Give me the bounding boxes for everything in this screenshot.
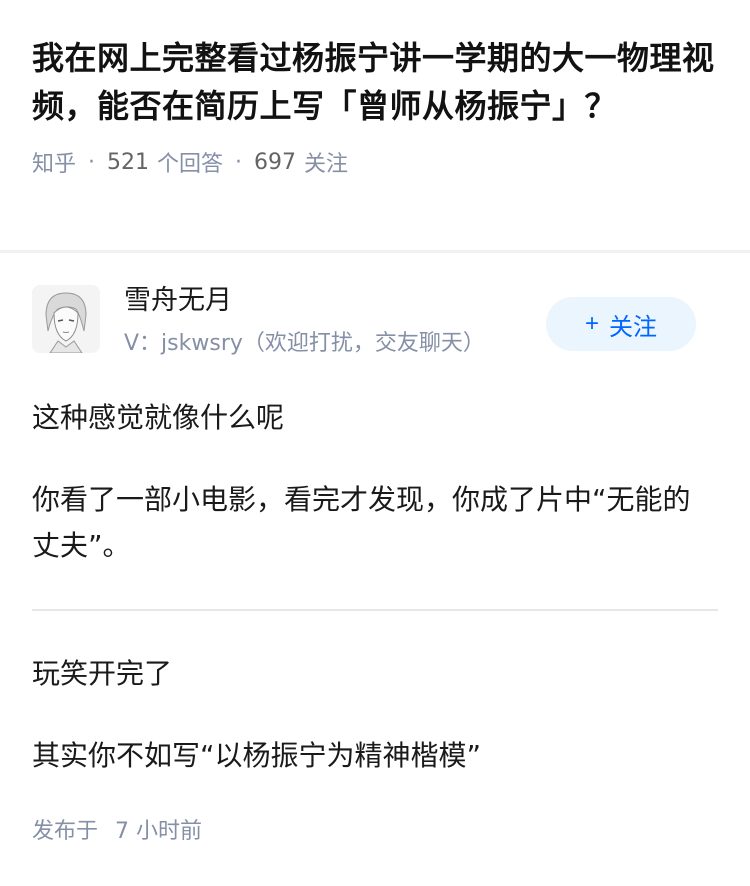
meta-separator: · [88,149,96,175]
content-divider [32,609,718,611]
question-title[interactable]: 我在网上完整看过杨振宁讲一学期的大一物理视频，能否在简历上写「曾师从杨振宁」？ [32,34,718,130]
author-row: 雪舟无月 V：jskwsry（欢迎打扰，交友聊天） + 关注 [32,253,718,371]
meta-separator: · [235,149,243,175]
posted-time-value: 7 小时前 [115,819,203,844]
user-avatar-icon[interactable] [32,285,100,353]
answer-paragraph: 玩笑开完了 [32,657,173,690]
question-meta: 知乎 · 521 个回答 · 697 关注 [32,146,718,178]
follow-button-label: 关注 [609,313,657,341]
answer-paragraph: 其实你不如写“以杨振宁为精神楷模” [32,739,482,772]
question-header: 我在网上完整看过杨振宁讲一学期的大一物理视频，能否在简历上写「曾师从杨振宁」？ … [0,0,750,250]
author-bio: V：jskwsry（欢迎打扰，交友聊天） [124,331,485,356]
follow-button[interactable]: + 关注 [546,297,696,351]
answers-label: 个回答 [157,152,224,177]
posted-label: 发布于 [32,819,99,844]
answer-card: 雪舟无月 V：jskwsry（欢迎打扰，交友聊天） + 关注 这种感觉就像什么呢… [0,253,750,845]
answers-count: 521 [107,149,150,175]
follows-label: 关注 [304,152,349,177]
page: 我在网上完整看过杨振宁讲一学期的大一物理视频，能否在简历上写「曾师从杨振宁」？ … [0,0,750,886]
follows-count: 697 [254,149,297,175]
source-label[interactable]: 知乎 [32,146,76,178]
answer-paragraph: 你看了一部小电影，看完才发现，你成了片中“无能的丈夫”。 [32,483,691,562]
author-info: 雪舟无月 V：jskwsry（欢迎打扰，交友聊天） [124,285,485,357]
posted-time: 发布于 7 小时前 [32,813,718,845]
plus-icon: + [584,310,599,337]
answer-paragraph: 这种感觉就像什么呢 [32,401,285,434]
author-name[interactable]: 雪舟无月 [124,283,485,319]
